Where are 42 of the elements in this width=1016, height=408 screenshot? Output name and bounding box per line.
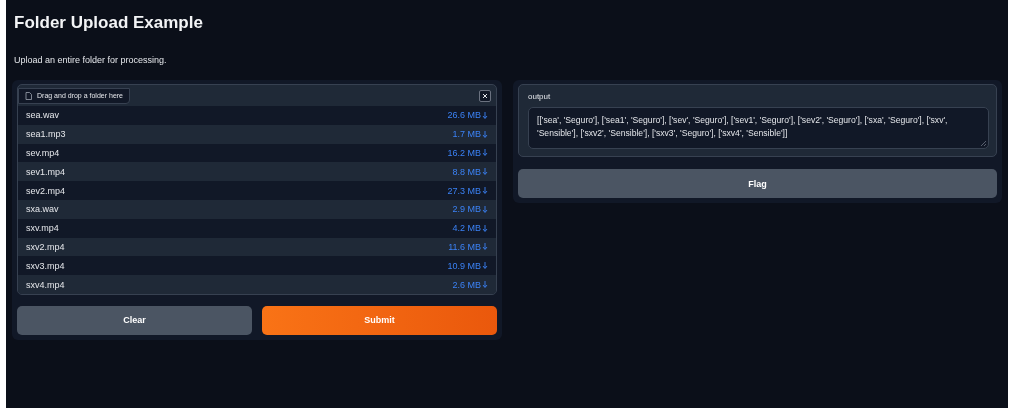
file-name: sev1.mp4 (26, 166, 66, 177)
close-icon (482, 93, 488, 99)
file-name: sev2.mp4 (26, 185, 66, 196)
file-size-link[interactable]: 1.7 MB (452, 129, 488, 140)
file-size-link[interactable]: 27.3 MB (447, 185, 488, 196)
download-icon (482, 167, 488, 177)
file-name: sev.mp4 (26, 148, 60, 158)
file-name: sxv.mp4 (26, 223, 59, 234)
close-button[interactable] (479, 90, 491, 102)
resize-handle-icon[interactable] (980, 140, 987, 147)
download-icon (482, 110, 488, 120)
file-size-link[interactable]: 16.2 MB (447, 148, 488, 158)
file-size-link[interactable]: 4.2 MB (452, 223, 488, 234)
download-icon (482, 223, 488, 233)
file-size-link[interactable]: 11.6 MB (448, 241, 488, 252)
file-size-link[interactable]: 8.8 MB (452, 166, 488, 177)
page-title: Folder Upload Example (14, 12, 204, 34)
file-name: sxv4.mp4 (26, 279, 65, 290)
download-icon (482, 280, 488, 290)
file-size-link[interactable]: 10.9 MB (447, 260, 488, 271)
output-text: [['sea', 'Seguro'], ['sea1', 'Seguro'], ['sev', 'Seguro'], ['sev1', 'Seguro'], ['sev2', 'Seguro'], ['sxa', 'Seguro'], ['sxv', 'Sensible'], ['sxv2', 'Sensible'], ['sxv3', 'Seguro'], ['sxv4', 'Sensible']] (537, 115, 948, 138)
file-name: sxa.wav (26, 204, 59, 215)
file-name: sxv3.mp4 (26, 260, 65, 271)
submit-button[interactable]: Submit (262, 305, 497, 335)
file-icon (25, 91, 32, 100)
download-icon (482, 242, 488, 252)
file-size-link[interactable]: 2.9 MB (452, 204, 488, 215)
file-name: sea1.mp3 (26, 129, 66, 140)
output-label: output (528, 92, 552, 101)
download-icon (482, 148, 488, 158)
download-icon (482, 186, 488, 196)
file-name: sxv2.mp4 (26, 241, 65, 252)
download-icon (482, 129, 488, 139)
output-textarea[interactable] (528, 107, 989, 149)
flag-button[interactable]: Flag (518, 169, 997, 198)
file-size-link[interactable]: 2.6 MB (452, 279, 488, 290)
clear-button[interactable]: Clear (17, 305, 252, 335)
file-size-link[interactable]: 26.6 MB (447, 110, 488, 121)
description: Upload an entire folder for processing. (14, 54, 168, 66)
download-icon (482, 204, 488, 214)
download-icon (482, 261, 488, 271)
file-name: sea.wav (26, 110, 60, 121)
